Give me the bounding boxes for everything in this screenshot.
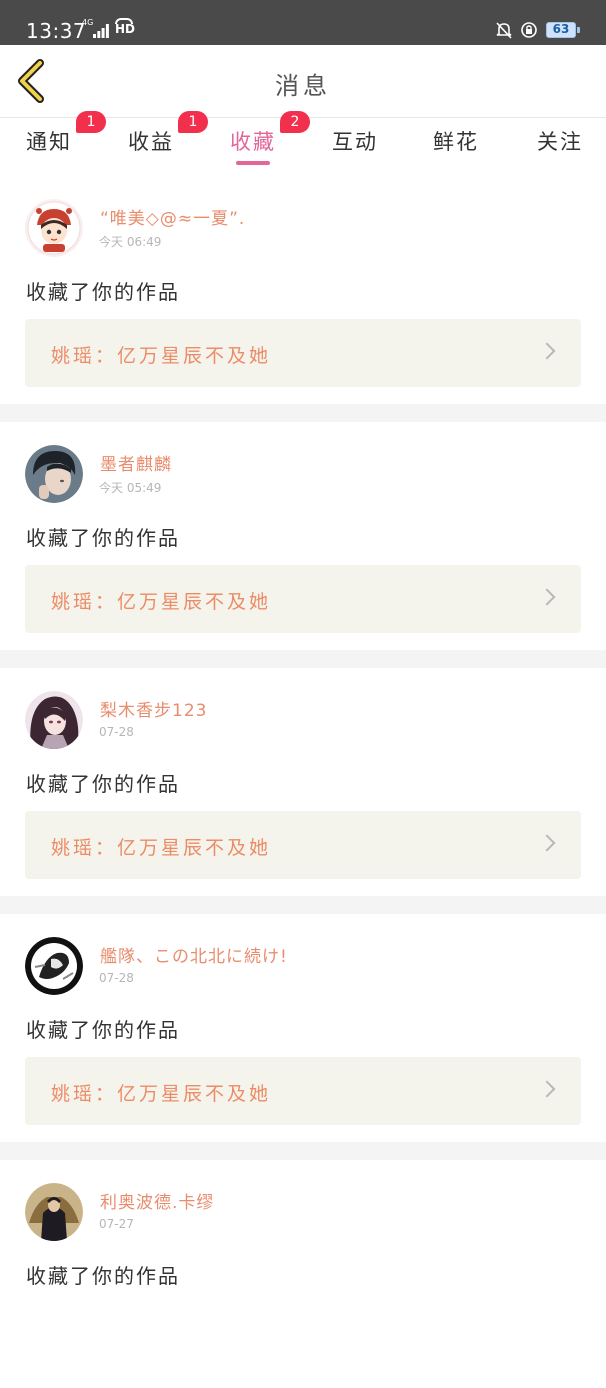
page-title: 消息 bbox=[275, 72, 331, 100]
timestamp: 今天 05:49 bbox=[99, 481, 162, 495]
chevron-right-icon bbox=[538, 834, 556, 852]
chevron-right-icon bbox=[538, 1080, 556, 1098]
tab-label: 互动 bbox=[332, 130, 378, 154]
tab-label: 收藏 bbox=[230, 130, 276, 154]
work-link[interactable]: 姚瑶：亿万星辰不及她 bbox=[25, 565, 581, 633]
message-list: “唯美◇@≈一夏”. 今天 06:49 收藏了你的作品 姚瑶：亿万星辰不及她 墨… bbox=[0, 176, 606, 1388]
work-link[interactable]: 姚瑶：亿万星辰不及她 bbox=[25, 319, 581, 387]
timestamp: 07-28 bbox=[99, 971, 134, 985]
work-title: 姚瑶：亿万星辰不及她 bbox=[51, 1083, 272, 1105]
avatar[interactable] bbox=[25, 937, 83, 995]
action-text: 收藏了你的作品 bbox=[26, 280, 180, 304]
action-text: 收藏了你的作品 bbox=[26, 1264, 180, 1288]
work-title: 姚瑶：亿万星辰不及她 bbox=[51, 345, 272, 367]
tab-label: 鲜花 bbox=[433, 130, 479, 154]
username[interactable]: 利奥波德.卡缪 bbox=[100, 1188, 214, 1213]
avatar[interactable] bbox=[25, 1183, 83, 1241]
tab-label: 关注 bbox=[537, 130, 583, 154]
tab-label: 通知 bbox=[26, 130, 72, 154]
tab-label: 收益 bbox=[128, 130, 174, 154]
unread-badge: 1 bbox=[76, 111, 106, 133]
network-type: 4G bbox=[82, 18, 94, 27]
hd-indicator: HD bbox=[115, 22, 136, 36]
avatar[interactable] bbox=[25, 445, 83, 503]
list-item: 艦隊、この北北に続け! 07-28 收藏了你的作品 姚瑶：亿万星辰不及她 bbox=[0, 914, 606, 1160]
alarm-icon bbox=[521, 22, 537, 38]
signal-icon bbox=[93, 24, 109, 38]
list-item: 梨木香步123 07-28 收藏了你的作品 姚瑶：亿万星辰不及她 bbox=[0, 668, 606, 914]
list-item: “唯美◇@≈一夏”. 今天 06:49 收藏了你的作品 姚瑶：亿万星辰不及她 bbox=[0, 176, 606, 422]
timestamp: 07-27 bbox=[99, 1217, 134, 1231]
tab-favorites[interactable]: 收藏 2 bbox=[230, 111, 310, 162]
tab-following[interactable]: 关注 bbox=[537, 126, 583, 162]
action-text: 收藏了你的作品 bbox=[26, 772, 180, 796]
chevron-right-icon bbox=[538, 588, 556, 606]
username[interactable]: 墨者麒麟 bbox=[100, 450, 172, 475]
username[interactable]: 艦隊、この北北に続け! bbox=[100, 942, 288, 967]
tab-earnings[interactable]: 收益 1 bbox=[128, 111, 208, 162]
avatar[interactable] bbox=[25, 691, 83, 749]
tab-interactions[interactable]: 互动 bbox=[332, 126, 378, 162]
status-time: 13:37 bbox=[26, 19, 87, 43]
action-text: 收藏了你的作品 bbox=[26, 526, 180, 550]
work-title: 姚瑶：亿万星辰不及她 bbox=[51, 591, 272, 613]
unread-badge: 1 bbox=[178, 111, 208, 133]
status-bar: 13:37 4G HD 63 bbox=[0, 0, 606, 45]
avatar[interactable] bbox=[25, 199, 83, 257]
work-link[interactable]: 姚瑶：亿万星辰不及她 bbox=[25, 811, 581, 879]
list-item: 利奥波德.卡缪 07-27 收藏了你的作品 bbox=[0, 1160, 606, 1388]
header: 消息 bbox=[0, 45, 606, 118]
action-text: 收藏了你的作品 bbox=[26, 1018, 180, 1042]
active-tab-indicator bbox=[236, 161, 270, 165]
battery-indicator: 63 bbox=[546, 22, 580, 38]
bell-muted-icon bbox=[496, 22, 512, 39]
username[interactable]: 梨木香步123 bbox=[100, 696, 207, 721]
work-title: 姚瑶：亿万星辰不及她 bbox=[51, 837, 272, 859]
timestamp: 今天 06:49 bbox=[99, 235, 162, 249]
tab-flowers[interactable]: 鲜花 bbox=[433, 126, 479, 162]
username[interactable]: “唯美◇@≈一夏”. bbox=[100, 204, 245, 229]
list-item: 墨者麒麟 今天 05:49 收藏了你的作品 姚瑶：亿万星辰不及她 bbox=[0, 422, 606, 668]
unread-badge: 2 bbox=[280, 111, 310, 133]
tab-bar: 通知 1 收益 1 收藏 2 互动 鲜花 关注 bbox=[0, 111, 606, 170]
tab-notifications[interactable]: 通知 1 bbox=[26, 111, 106, 162]
chevron-right-icon bbox=[538, 342, 556, 360]
work-link[interactable]: 姚瑶：亿万星辰不及她 bbox=[25, 1057, 581, 1125]
timestamp: 07-28 bbox=[99, 725, 134, 739]
